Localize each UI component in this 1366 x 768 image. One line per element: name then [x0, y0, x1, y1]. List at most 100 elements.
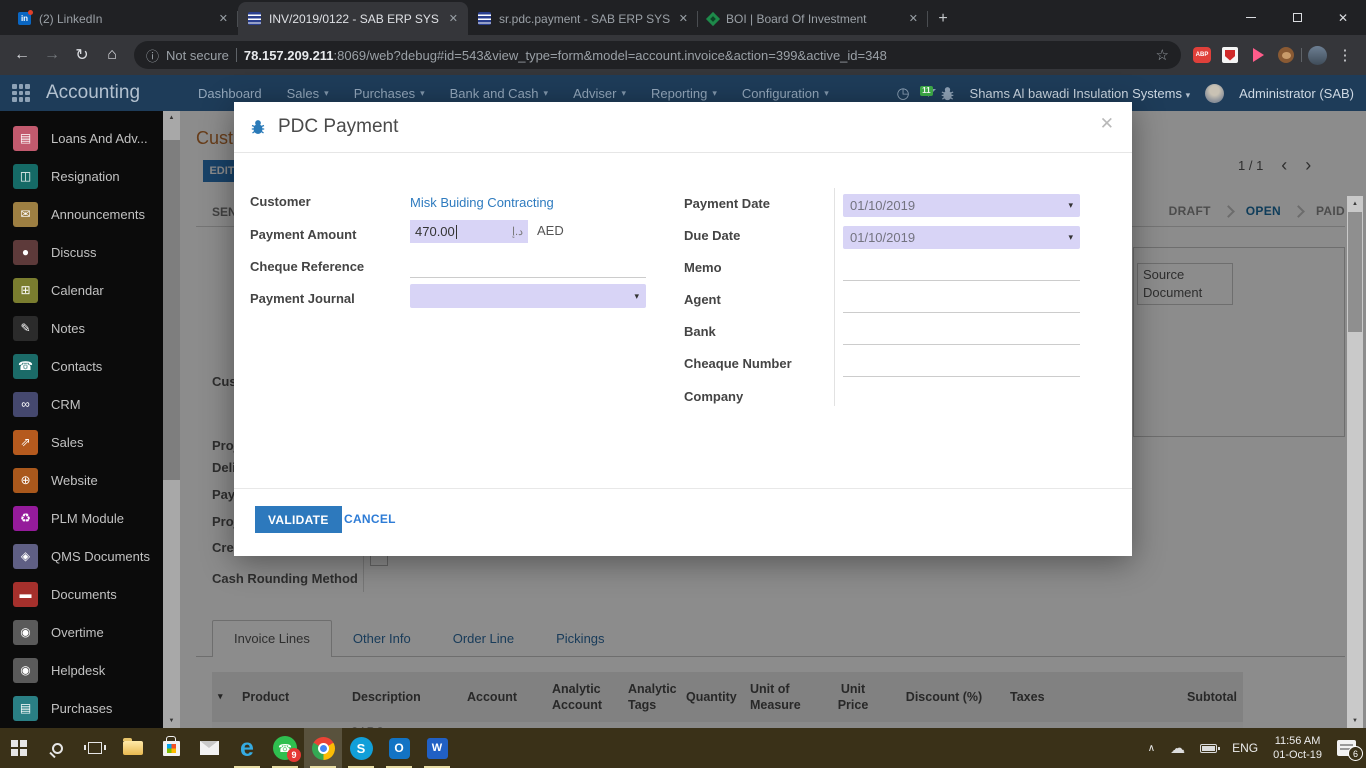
- due-date-select[interactable]: 01/10/2019▾: [843, 226, 1080, 249]
- menu-bank-and-cash[interactable]: Bank and Cash▾: [450, 86, 548, 101]
- monkey-extension-icon[interactable]: [1273, 42, 1299, 68]
- whatsapp-badge: 9: [287, 748, 301, 762]
- shield-extension-icon[interactable]: [1217, 42, 1243, 68]
- company-switcher[interactable]: Shams Al bawadi Insulation Systems ▾: [970, 86, 1191, 101]
- sidebar-item-crm[interactable]: ∞CRM: [0, 385, 163, 423]
- browser-menu-icon[interactable]: ⋮: [1332, 42, 1358, 68]
- scroll-up-icon[interactable]: ▲: [163, 111, 180, 125]
- url-text[interactable]: 78.157.209.211:8069/web?debug#id=543&vie…: [244, 48, 1143, 63]
- edge-button[interactable]: e: [228, 728, 266, 768]
- tab-title: (2) LinkedIn: [39, 12, 211, 26]
- task-view-button[interactable]: [76, 728, 114, 768]
- menu-purchases[interactable]: Purchases▾: [354, 86, 425, 101]
- menu-sales[interactable]: Sales▾: [287, 86, 329, 101]
- new-tab-button[interactable]: +: [928, 5, 958, 33]
- menu-reporting[interactable]: Reporting▾: [651, 86, 717, 101]
- close-tab-icon[interactable]: ✕: [449, 12, 458, 25]
- chrome-button[interactable]: [304, 728, 342, 768]
- sidebar-item-notes[interactable]: ✎Notes: [0, 309, 163, 347]
- onedrive-cloud-icon[interactable]: ☁: [1170, 739, 1185, 757]
- word-button[interactable]: W: [418, 728, 456, 768]
- customer-value-link[interactable]: Misk Buiding Contracting: [410, 195, 554, 210]
- scroll-up-icon[interactable]: ▲: [1347, 196, 1363, 211]
- mail-button[interactable]: [190, 728, 228, 768]
- bookmark-star-icon[interactable]: ☆: [1156, 46, 1169, 64]
- memo-input[interactable]: [843, 263, 1080, 281]
- minimize-button[interactable]: [1228, 0, 1274, 35]
- scrollbar-thumb[interactable]: [1348, 212, 1362, 332]
- close-tab-icon[interactable]: ✕: [679, 12, 688, 25]
- content-scrollbar[interactable]: ▲ ▼: [1347, 196, 1363, 728]
- info-icon[interactable]: ⓘ: [146, 46, 159, 65]
- payment-date-select[interactable]: 01/10/2019▾: [843, 194, 1080, 217]
- tab-pdc-payment[interactable]: sr.pdc.payment - SAB ERP SYS ✕: [468, 2, 698, 35]
- sidebar-item-overtime[interactable]: ◉Overtime: [0, 613, 163, 651]
- sidebar-item-calendar[interactable]: ⊞Calendar: [0, 271, 163, 309]
- scrollbar-thumb[interactable]: [163, 140, 180, 480]
- sidebar-item-resignation[interactable]: ◫Resignation: [0, 157, 163, 195]
- menu-dashboard[interactable]: Dashboard: [198, 86, 262, 101]
- action-center-icon[interactable]: 6: [1337, 740, 1356, 756]
- adblock-plus-extension-icon[interactable]: ABP: [1189, 42, 1215, 68]
- sidebar-item-loans[interactable]: ▤Loans And Adv...: [0, 119, 163, 157]
- menu-configuration[interactable]: Configuration▾: [742, 86, 829, 101]
- bank-input[interactable]: [843, 327, 1080, 345]
- whatsapp-button[interactable]: ☎ 9: [266, 728, 304, 768]
- tab-linkedin[interactable]: in (2) LinkedIn ✕: [8, 2, 238, 35]
- sidebar-item-documents[interactable]: ▬Documents: [0, 575, 163, 613]
- menu-adviser[interactable]: Adviser▾: [573, 86, 626, 101]
- user-menu[interactable]: Administrator (SAB): [1239, 86, 1354, 101]
- close-tab-icon[interactable]: ✕: [219, 12, 228, 25]
- apps-grid-icon[interactable]: [12, 84, 30, 102]
- app-title[interactable]: Accounting: [46, 82, 140, 104]
- outlook-button[interactable]: O: [380, 728, 418, 768]
- scroll-down-icon[interactable]: ▼: [1347, 713, 1363, 728]
- sidebar-item-sales[interactable]: ⇗Sales: [0, 423, 163, 461]
- sidebar-item-qms-documents[interactable]: ◈QMS Documents: [0, 537, 163, 575]
- debug-bug-icon[interactable]: [940, 86, 955, 101]
- search-button[interactable]: [38, 728, 76, 768]
- sidebar-item-discuss[interactable]: ●Discuss: [0, 233, 163, 271]
- validate-button[interactable]: VALIDATE: [255, 506, 342, 533]
- agent-input[interactable]: [843, 295, 1080, 313]
- payment-journal-select[interactable]: ▾: [410, 284, 646, 308]
- home-icon[interactable]: ⌂: [98, 41, 126, 69]
- start-button[interactable]: [0, 728, 38, 768]
- reload-icon[interactable]: ↻: [68, 41, 96, 69]
- resignation-icon: ◫: [13, 164, 38, 189]
- sidebar-item-announcements[interactable]: ✉Announcements: [0, 195, 163, 233]
- battery-icon[interactable]: [1200, 744, 1217, 753]
- microsoft-store-button[interactable]: [152, 728, 190, 768]
- skype-button[interactable]: S: [342, 728, 380, 768]
- sidebar-item-helpdesk[interactable]: ◉Helpdesk: [0, 651, 163, 689]
- sidebar-item-plm-module[interactable]: ♻PLM Module: [0, 499, 163, 537]
- cheaque-number-input[interactable]: [843, 359, 1080, 377]
- play-extension-icon[interactable]: [1245, 42, 1271, 68]
- activities-clock-icon[interactable]: ◷: [896, 84, 909, 102]
- cancel-button[interactable]: CANCEL: [344, 512, 396, 526]
- forward-icon[interactable]: →: [38, 41, 66, 69]
- sidebar-item-website[interactable]: ⊕Website: [0, 461, 163, 499]
- cheque-reference-input[interactable]: [410, 260, 646, 278]
- taskbar-clock[interactable]: 11:56 AM 01-Oct-19: [1273, 734, 1322, 763]
- show-hidden-icons[interactable]: ∧: [1148, 743, 1155, 754]
- back-icon[interactable]: ←: [8, 41, 36, 69]
- close-icon[interactable]: ✕: [1100, 114, 1114, 134]
- payment-amount-input[interactable]: 470.00 د.إ: [410, 220, 528, 243]
- maximize-button[interactable]: [1274, 0, 1320, 35]
- close-tab-icon[interactable]: ✕: [909, 12, 918, 25]
- address-bar[interactable]: ⓘ Not secure 78.157.209.211:8069/web?deb…: [134, 41, 1181, 69]
- scroll-down-icon[interactable]: ▼: [163, 714, 180, 728]
- chevron-down-icon: ▾: [1186, 90, 1191, 100]
- tab-boi[interactable]: BOI | Board Of Investment ✕: [698, 2, 928, 35]
- browser-profile-avatar[interactable]: [1304, 42, 1330, 68]
- chevron-down-icon: ▾: [1068, 200, 1073, 211]
- file-explorer-button[interactable]: [114, 728, 152, 768]
- close-window-button[interactable]: ✕: [1320, 0, 1366, 35]
- purchases-icon: ▤: [13, 696, 38, 721]
- sidebar-item-contacts[interactable]: ☎Contacts: [0, 347, 163, 385]
- language-indicator[interactable]: ENG: [1232, 741, 1258, 755]
- sidebar-scrollbar[interactable]: ▲ ▼: [163, 111, 180, 728]
- tab-invoice[interactable]: INV/2019/0122 - SAB ERP SYS ✕: [238, 2, 468, 35]
- sidebar-item-purchases[interactable]: ▤Purchases: [0, 689, 163, 727]
